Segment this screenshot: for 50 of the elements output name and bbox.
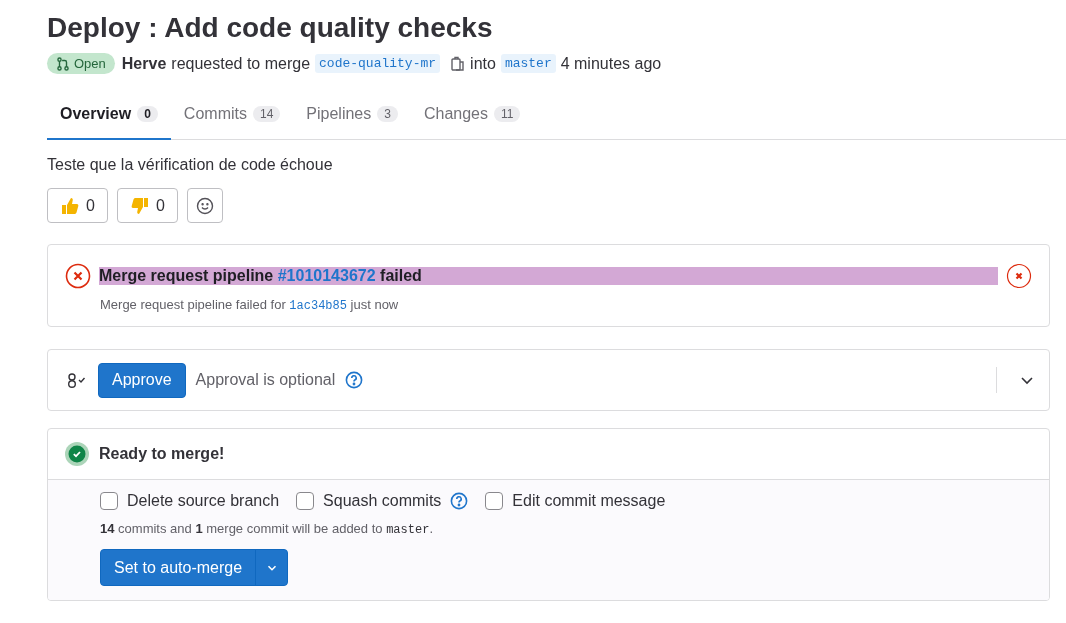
smiley-icon: [195, 196, 214, 215]
merge-request-icon: [56, 56, 70, 71]
success-status-icon: [65, 442, 89, 466]
approve-button[interactable]: Approve: [98, 362, 186, 398]
pipeline-status-title: Merge request pipeline #1010143672 failed: [99, 267, 998, 285]
copy-icon[interactable]: [449, 55, 466, 72]
timestamp: 4 minutes ago: [560, 54, 662, 73]
checkbox-label[interactable]: Squash commits: [323, 492, 442, 510]
tab-count: 11: [494, 106, 521, 122]
reaction-count: 0: [86, 196, 95, 215]
commit-link[interactable]: 1ac34b85: [289, 299, 347, 313]
tab[interactable]: Overview 0: [47, 95, 171, 140]
description-text: Teste que la vérification de code échoue: [47, 156, 334, 174]
checkbox[interactable]: [485, 492, 504, 510]
tab[interactable]: Pipelines 3: [293, 95, 411, 140]
add-reaction-button[interactable]: [186, 188, 223, 223]
tab-label: Pipelines: [306, 105, 372, 123]
failed-status-icon: [1006, 263, 1032, 289]
help-icon[interactable]: [345, 371, 364, 389]
tab-count: 0: [137, 106, 158, 122]
tab-label: Changes: [423, 105, 488, 123]
tab-count: 3: [377, 106, 398, 122]
status-label: Open: [74, 56, 106, 71]
tab-count: 14: [252, 106, 281, 122]
page-title: Deploy : Add code quality checks: [47, 11, 494, 45]
help-icon[interactable]: [450, 492, 469, 510]
target-branch[interactable]: master: [500, 54, 556, 73]
tab-label: Overview: [60, 105, 132, 123]
merge-status-title: Ready to merge!: [99, 445, 225, 463]
failed-status-icon: [65, 263, 91, 289]
approval-icon: [66, 372, 88, 388]
reaction-count: 0: [155, 196, 165, 215]
request-text: requested to merge: [171, 54, 311, 73]
thumbs-up-button[interactable]: 0: [47, 188, 108, 223]
tab[interactable]: Changes 11: [410, 95, 534, 140]
checkbox[interactable]: [296, 492, 315, 510]
thumbs-down-button[interactable]: 0: [116, 188, 178, 223]
pipeline-status-text: Merge request pipeline failed for 1ac34b85 just now: [100, 297, 400, 313]
thumbs-up-icon: [60, 195, 80, 216]
author-name[interactable]: Herve: [121, 54, 167, 73]
checkbox-label[interactable]: Delete source branch: [127, 492, 280, 510]
checkbox[interactable]: [100, 492, 118, 510]
source-branch[interactable]: code-quality-mr: [315, 54, 441, 73]
merge-info-text: 14 commits and 1 merge commit will be added to master.: [100, 521, 434, 537]
thumbs-down-icon: [129, 195, 150, 216]
approval-text: Approval is optional: [195, 371, 336, 389]
tab[interactable]: Commits 14: [170, 95, 294, 140]
checkbox-label[interactable]: Edit commit message: [512, 492, 666, 510]
tab-label: Commits: [183, 105, 247, 123]
into-text: into: [470, 54, 496, 73]
